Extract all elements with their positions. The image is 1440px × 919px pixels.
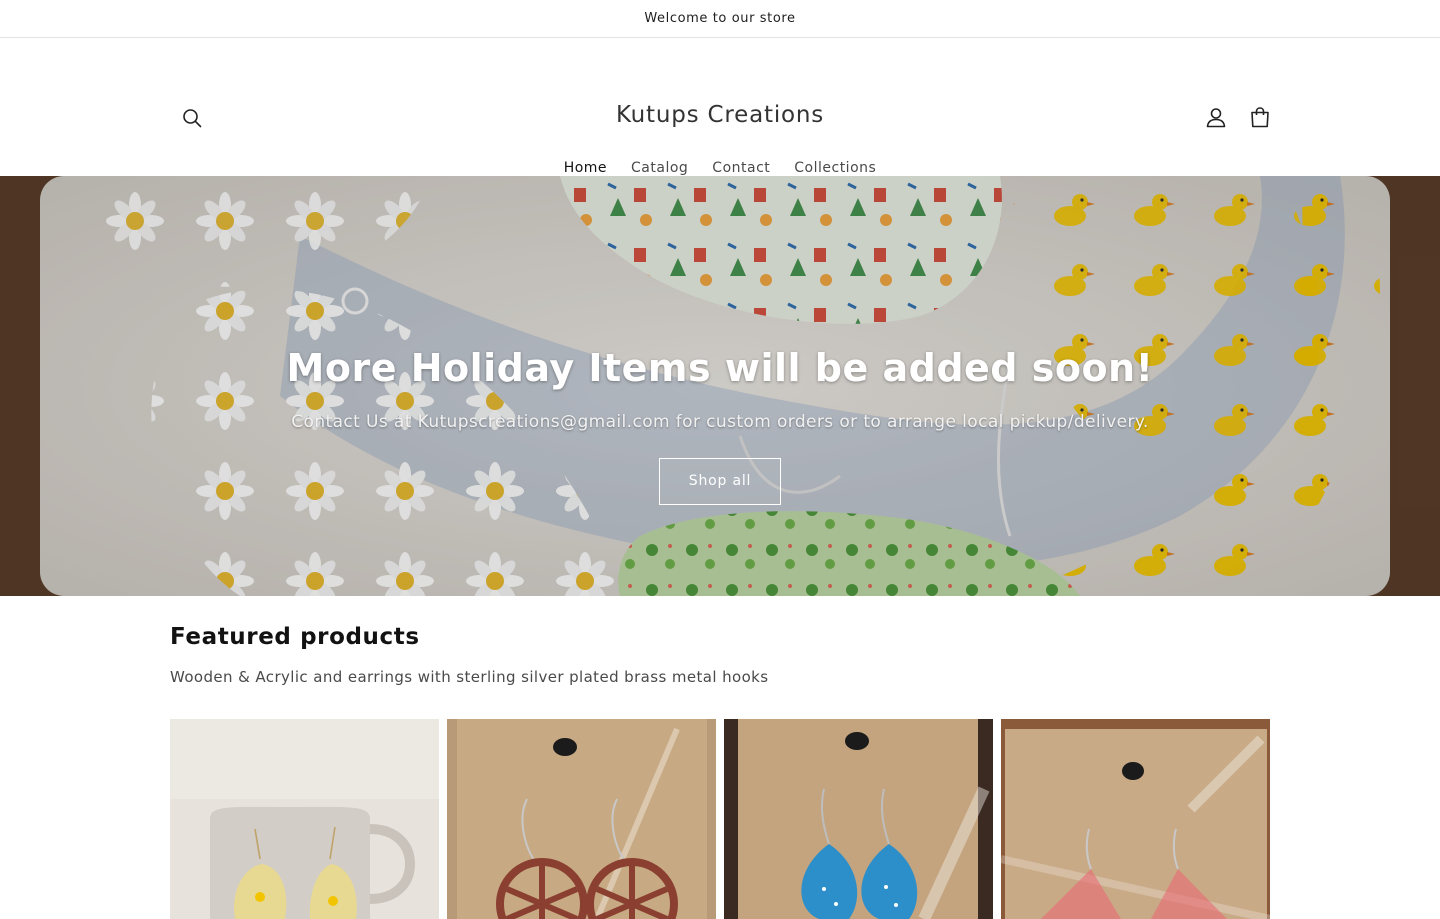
product-card-4[interactable] <box>1001 719 1270 919</box>
product-card-1[interactable] <box>170 719 439 919</box>
cart-icon <box>1251 107 1269 128</box>
nav-item-contact[interactable]: Contact <box>700 160 782 176</box>
product-image-wooden-earrings <box>447 719 716 919</box>
hero-heading: More Holiday Items will be added soon! <box>286 346 1154 390</box>
announcement-bar: Welcome to our store <box>0 0 1440 38</box>
shop-all-button[interactable]: Shop all <box>659 458 781 505</box>
announcement-text: Welcome to our store <box>644 11 796 26</box>
featured-products-section: Featured products Wooden & Acrylic and e… <box>170 596 1270 919</box>
featured-title: Featured products <box>170 624 420 650</box>
hero-subheading: Contact Us at Kutupscreations@gmail.com … <box>291 412 1149 432</box>
nav-item-collections[interactable]: Collections <box>782 160 888 176</box>
site-header: Kutups Creations Home Catalog Contact Co… <box>0 38 1440 176</box>
product-image-blue-earrings <box>724 719 993 919</box>
product-grid <box>170 719 1270 919</box>
product-image-pink-earrings <box>1001 719 1270 919</box>
hero-content: More Holiday Items will be added soon! C… <box>0 346 1440 505</box>
account-button[interactable] <box>1204 105 1228 129</box>
cart-button[interactable] <box>1248 105 1272 129</box>
featured-description: Wooden & Acrylic and earrings with sterl… <box>170 668 769 686</box>
main-nav: Home Catalog Contact Collections <box>0 160 1440 176</box>
hero-banner: More Holiday Items will be added soon! C… <box>0 176 1440 596</box>
product-card-2[interactable] <box>447 719 716 919</box>
account-icon <box>1206 108 1226 128</box>
nav-item-home[interactable]: Home <box>552 160 619 176</box>
product-card-3[interactable] <box>724 719 993 919</box>
product-image-duck-earrings <box>170 719 439 919</box>
nav-item-catalog[interactable]: Catalog <box>619 160 700 176</box>
